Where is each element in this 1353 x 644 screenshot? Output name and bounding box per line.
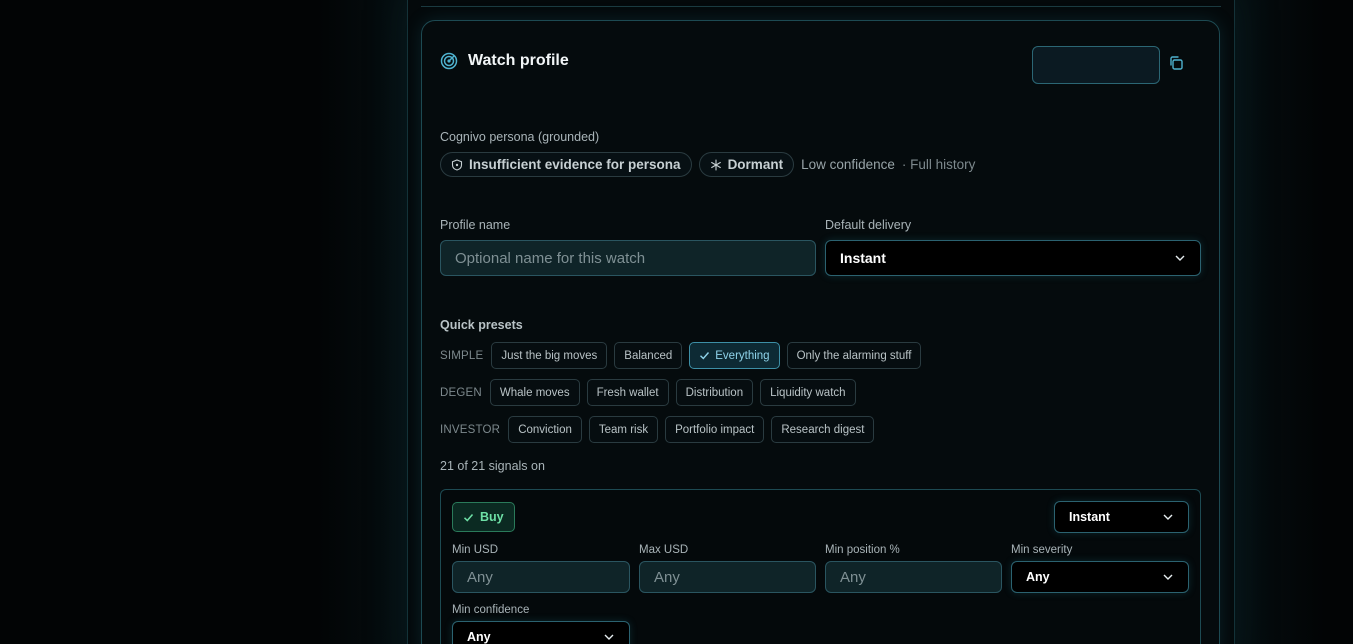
preset-row-investor: INVESTOR Conviction Team risk Portfolio … <box>440 416 875 443</box>
right-glow <box>1235 0 1325 644</box>
max-usd-label: Max USD <box>639 544 689 556</box>
preset-chip-research-digest[interactable]: Research digest <box>771 416 875 443</box>
min-position-label: Min position % <box>825 544 900 556</box>
shield-icon <box>451 158 463 171</box>
chip-label: Everything <box>715 349 770 362</box>
chip-label: Liquidity watch <box>770 386 846 399</box>
min-confidence-label: Min confidence <box>452 604 530 616</box>
preset-chip-liquidity-watch[interactable]: Liquidity watch <box>760 379 856 406</box>
preset-chip-distribution[interactable]: Distribution <box>675 379 754 406</box>
preset-chip-fresh-wallet[interactable]: Fresh wallet <box>586 379 669 406</box>
section-divider <box>421 6 1221 7</box>
preset-row-degen: DEGEN Whale moves Fresh wallet Distribut… <box>440 379 856 406</box>
chip-label: Just the big moves <box>501 349 598 362</box>
persona-label: Cognivo persona (grounded) <box>440 130 600 144</box>
chip-label: Fresh wallet <box>596 386 659 399</box>
chevron-down-icon <box>604 634 614 640</box>
persona-row: Insufficient evidence for persona Dorman… <box>440 152 975 177</box>
chevron-down-icon <box>1163 514 1173 520</box>
max-usd-input[interactable] <box>639 561 816 593</box>
check-icon <box>700 352 710 360</box>
min-confidence-value: Any <box>467 630 491 644</box>
preset-chip-team-risk[interactable]: Team risk <box>588 416 659 443</box>
preset-chip-whale-moves[interactable]: Whale moves <box>489 379 580 406</box>
default-delivery-value: Instant <box>840 250 886 266</box>
chip-label: Team risk <box>598 423 649 436</box>
quick-presets-label: Quick presets <box>440 318 523 332</box>
confidence-text: Low confidence <box>801 157 895 172</box>
dormant-pill-label: Dormant <box>727 157 784 172</box>
min-severity-value: Any <box>1026 570 1050 584</box>
signals-summary: 21 of 21 signals on <box>440 459 545 473</box>
chip-label: Portfolio impact <box>675 423 755 436</box>
full-history-link[interactable]: · Full history <box>902 157 976 172</box>
min-confidence-select[interactable]: Any <box>452 621 630 644</box>
profile-name-input[interactable] <box>440 240 816 276</box>
preset-row-tag: INVESTOR <box>440 423 501 436</box>
profile-name-label: Profile name <box>440 218 511 232</box>
evidence-pill-label: Insufficient evidence for persona <box>469 157 681 172</box>
chip-label: Distribution <box>685 386 744 399</box>
copy-icon[interactable] <box>1168 55 1184 71</box>
chip-label: Balanced <box>624 349 673 362</box>
preset-chip-portfolio-impact[interactable]: Portfolio impact <box>665 416 765 443</box>
preset-chip-balanced[interactable]: Balanced <box>614 342 683 369</box>
preset-chip-just-the-big-moves[interactable]: Just the big moves <box>491 342 608 369</box>
buy-signal-label: Buy <box>480 510 504 524</box>
signal-delivery-value: Instant <box>1069 510 1110 524</box>
preset-chip-only-the-alarming-stuff[interactable]: Only the alarming stuff <box>786 342 922 369</box>
min-usd-label: Min USD <box>452 544 499 556</box>
min-usd-input[interactable] <box>452 561 630 593</box>
chip-label: Only the alarming stuff <box>796 349 912 362</box>
preset-row-tag: DEGEN <box>440 386 482 399</box>
buy-signal-toggle[interactable]: Buy <box>452 502 515 532</box>
snowflake-icon <box>710 158 721 171</box>
preset-chip-conviction[interactable]: Conviction <box>508 416 582 443</box>
left-glow <box>317 0 407 644</box>
chevron-down-icon <box>1175 255 1185 261</box>
min-severity-label: Min severity <box>1011 544 1073 556</box>
chip-label: Conviction <box>518 423 572 436</box>
check-icon <box>463 513 474 522</box>
evidence-pill: Insufficient evidence for persona <box>440 152 692 177</box>
chip-label: Research digest <box>781 423 865 436</box>
chip-label: Whale moves <box>499 386 570 399</box>
dormant-pill: Dormant <box>698 152 795 177</box>
min-severity-select[interactable]: Any <box>1011 561 1189 593</box>
preset-row-simple: SIMPLE Just the big moves Balanced Every… <box>440 342 922 369</box>
chevron-down-icon <box>1163 574 1173 580</box>
preset-row-tag: SIMPLE <box>440 349 484 362</box>
signal-delivery-select[interactable]: Instant <box>1054 501 1189 533</box>
card-title: Watch profile <box>468 52 569 69</box>
default-delivery-select[interactable]: Instant <box>825 240 1201 276</box>
radar-icon <box>440 52 458 70</box>
min-position-input[interactable] <box>825 561 1002 593</box>
watch-id-box[interactable] <box>1032 46 1160 84</box>
card-header: Watch profile <box>440 52 569 70</box>
preset-chip-everything[interactable]: Everything <box>689 342 780 369</box>
default-delivery-label: Default delivery <box>825 218 912 232</box>
